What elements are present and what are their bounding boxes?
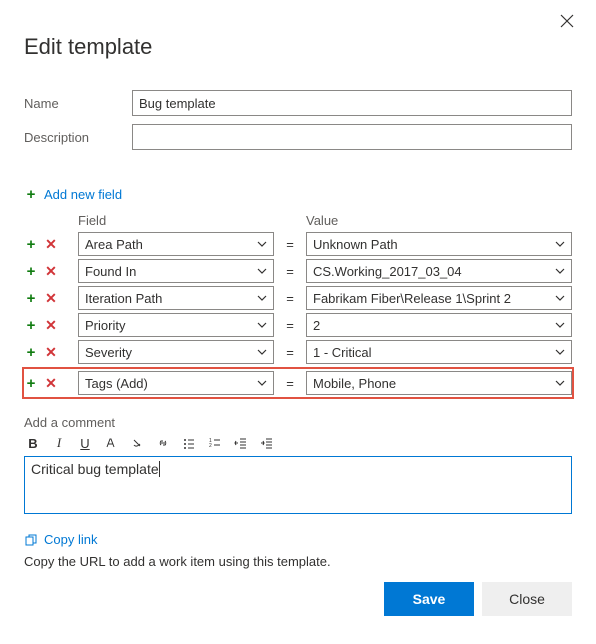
- equals-sign: =: [274, 345, 306, 360]
- value-dropdown[interactable]: 2: [306, 313, 572, 337]
- value-dropdown-label: Unknown Path: [313, 237, 398, 252]
- copy-link-description: Copy the URL to add a work item using th…: [24, 554, 572, 569]
- equals-sign: =: [274, 376, 306, 391]
- indent-button[interactable]: [258, 434, 276, 452]
- plus-icon: +: [24, 186, 38, 203]
- field-dropdown[interactable]: Iteration Path: [78, 286, 274, 310]
- field-dropdown[interactable]: Tags (Add): [78, 371, 274, 395]
- field-dropdown-label: Tags (Add): [85, 376, 148, 391]
- add-row-icon[interactable]: +: [24, 263, 38, 280]
- add-row-icon[interactable]: +: [24, 317, 38, 334]
- field-row: + ✕ Iteration Path = Fabrikam Fiber\Release …: [24, 286, 572, 310]
- link-button[interactable]: [154, 434, 172, 452]
- comment-textarea[interactable]: Critical bug template: [24, 456, 572, 514]
- remove-row-icon[interactable]: ✕: [44, 263, 58, 280]
- equals-sign: =: [274, 318, 306, 333]
- bullet-list-button[interactable]: [180, 434, 198, 452]
- chevron-down-icon: [555, 320, 565, 330]
- dialog-title: Edit template: [24, 34, 572, 60]
- field-dropdown[interactable]: Priority: [78, 313, 274, 337]
- chevron-down-icon: [257, 239, 267, 249]
- outdent-button[interactable]: [232, 434, 250, 452]
- value-dropdown-label: 1 - Critical: [313, 345, 372, 360]
- value-dropdown-label: Mobile, Phone: [313, 376, 396, 391]
- chevron-down-icon: [555, 239, 565, 249]
- remove-row-icon[interactable]: ✕: [44, 375, 58, 392]
- save-button[interactable]: Save: [384, 582, 474, 616]
- svg-text:2: 2: [209, 443, 212, 449]
- chevron-down-icon: [555, 293, 565, 303]
- close-icon[interactable]: [560, 14, 574, 31]
- comment-label: Add a comment: [24, 415, 572, 430]
- add-row-icon[interactable]: +: [24, 375, 38, 392]
- chevron-down-icon: [555, 347, 565, 357]
- chevron-down-icon: [257, 347, 267, 357]
- bold-button[interactable]: B: [24, 434, 42, 452]
- chevron-down-icon: [257, 266, 267, 276]
- field-dropdown-label: Iteration Path: [85, 291, 162, 306]
- field-dropdown-label: Severity: [85, 345, 132, 360]
- comment-text: Critical bug template: [31, 461, 160, 477]
- remove-row-icon[interactable]: ✕: [44, 344, 58, 361]
- remove-row-icon[interactable]: ✕: [44, 236, 58, 253]
- chevron-down-icon: [257, 378, 267, 388]
- field-row: + ✕ Severity = 1 - Critical: [24, 340, 572, 364]
- name-row: Name: [24, 90, 572, 116]
- field-row: + ✕ Tags (Add) = Mobile, Phone: [22, 367, 574, 399]
- equals-sign: =: [274, 291, 306, 306]
- name-input[interactable]: [132, 90, 572, 116]
- value-dropdown-label: 2: [313, 318, 320, 333]
- field-dropdown-label: Area Path: [85, 237, 143, 252]
- field-row: + ✕ Found In = CS.Working_2017_03_04: [24, 259, 572, 283]
- clear-format-button[interactable]: [128, 434, 146, 452]
- field-row: + ✕ Priority = 2: [24, 313, 572, 337]
- close-button[interactable]: Close: [482, 582, 572, 616]
- chevron-down-icon: [257, 320, 267, 330]
- value-dropdown[interactable]: 1 - Critical: [306, 340, 572, 364]
- field-dropdown[interactable]: Area Path: [78, 232, 274, 256]
- value-dropdown[interactable]: CS.Working_2017_03_04: [306, 259, 572, 283]
- value-dropdown-label: Fabrikam Fiber\Release 1\Sprint 2: [313, 291, 511, 306]
- add-new-field-link[interactable]: + Add new field: [24, 186, 122, 203]
- field-row: + ✕ Area Path = Unknown Path: [24, 232, 572, 256]
- chevron-down-icon: [555, 378, 565, 388]
- value-dropdown-label: CS.Working_2017_03_04: [313, 264, 462, 279]
- copy-icon: [24, 533, 38, 547]
- equals-sign: =: [274, 237, 306, 252]
- name-label: Name: [24, 96, 132, 111]
- equals-sign: =: [274, 264, 306, 279]
- description-input[interactable]: [132, 124, 572, 150]
- dialog-footer: Save Close: [384, 582, 572, 616]
- value-dropdown[interactable]: Fabrikam Fiber\Release 1\Sprint 2: [306, 286, 572, 310]
- add-row-icon[interactable]: +: [24, 290, 38, 307]
- value-dropdown[interactable]: Unknown Path: [306, 232, 572, 256]
- number-list-button[interactable]: 12: [206, 434, 224, 452]
- description-label: Description: [24, 130, 132, 145]
- underline-button[interactable]: U: [76, 434, 94, 452]
- field-dropdown[interactable]: Severity: [78, 340, 274, 364]
- field-header: Field: [78, 213, 274, 228]
- description-row: Description: [24, 124, 572, 150]
- add-new-field-label: Add new field: [44, 187, 122, 202]
- field-dropdown-label: Found In: [85, 264, 136, 279]
- italic-button[interactable]: I: [50, 434, 68, 452]
- add-row-icon[interactable]: +: [24, 236, 38, 253]
- field-dropdown[interactable]: Found In: [78, 259, 274, 283]
- rich-text-toolbar: B I U 12: [24, 434, 572, 452]
- remove-row-icon[interactable]: ✕: [44, 317, 58, 334]
- remove-row-icon[interactable]: ✕: [44, 290, 58, 307]
- add-row-icon[interactable]: +: [24, 344, 38, 361]
- value-dropdown[interactable]: Mobile, Phone: [306, 371, 572, 395]
- value-header: Value: [306, 213, 572, 228]
- fields-header: Field Value: [24, 213, 572, 228]
- field-dropdown-label: Priority: [85, 318, 125, 333]
- chevron-down-icon: [555, 266, 565, 276]
- chevron-down-icon: [257, 293, 267, 303]
- copy-link-button[interactable]: Copy link: [24, 532, 97, 547]
- copy-link-label: Copy link: [44, 532, 97, 547]
- font-button[interactable]: [102, 434, 120, 452]
